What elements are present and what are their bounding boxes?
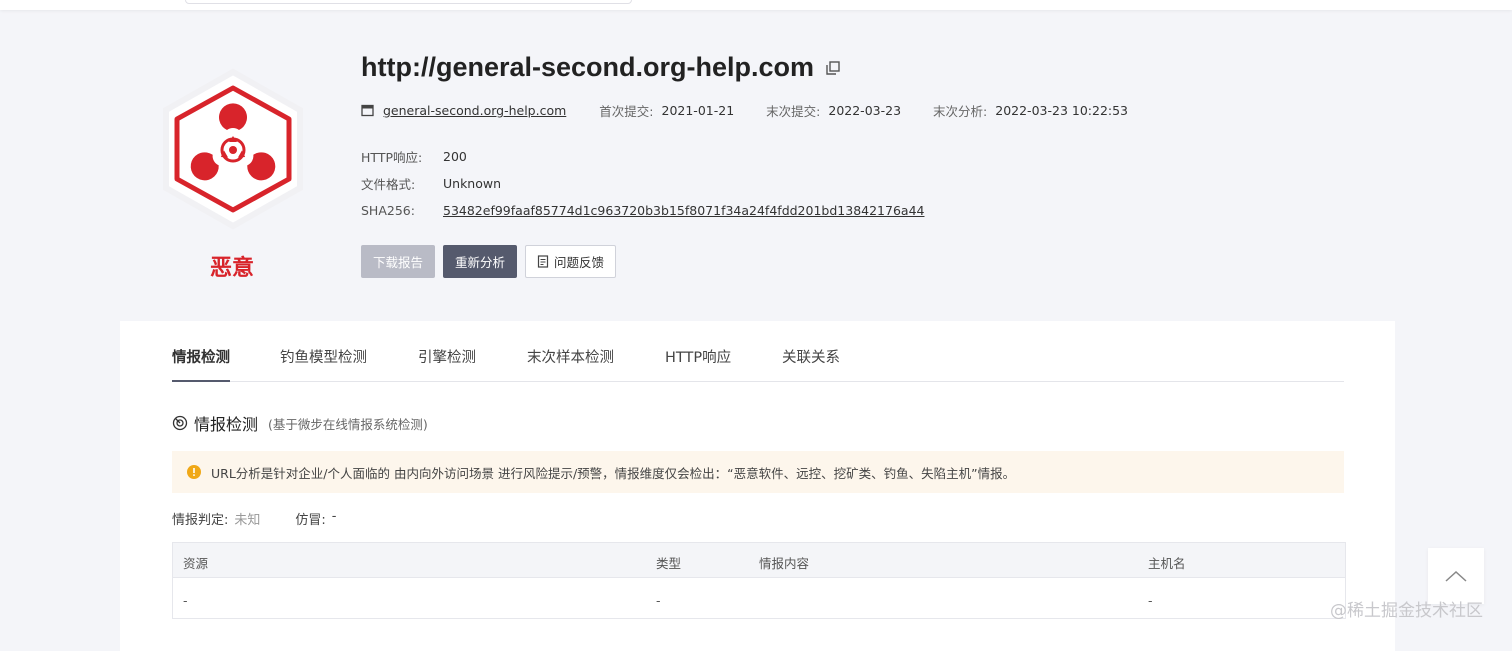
action-buttons: 下载报告 重新分析 问题反馈 (361, 245, 624, 278)
feedback-button-label: 问题反馈 (553, 255, 604, 270)
verdict-label: 恶意 (209, 256, 254, 281)
table-row: - - - (173, 578, 1345, 618)
page-title: http://general-second.org-help.com (361, 52, 815, 82)
table-cell: - (656, 593, 661, 608)
table-cell: - (1148, 593, 1153, 608)
reanalyze-button[interactable]: 重新分析 (443, 245, 517, 278)
search-box[interactable] (185, 0, 632, 4)
detection-card: 情报检测 钓鱼模型检测 引擎检测 末次样本检测 HTTP响应 关联关系 情报检测… (120, 321, 1395, 651)
watermark: @稀土掘金技术社区 (1330, 601, 1483, 621)
impersonation-value: - (331, 509, 337, 524)
sha256-link[interactable]: 53482ef99faaf85774d1c963720b3b15f8071f34… (443, 203, 924, 218)
info-icon (187, 465, 201, 479)
column-header: 情报内容 (759, 556, 810, 571)
url-title-row: http://general-second.org-help.com (361, 52, 842, 83)
chevron-up-icon (1445, 570, 1467, 582)
detail-label: SHA256: (361, 203, 415, 218)
table-header: 资源 类型 情报内容 主机名 (173, 543, 1345, 578)
details-grid: HTTP响应: 200 文件格式: Unknown SHA256: 53482e… (361, 143, 924, 224)
meta-row: general-second.org-help.com 首次提交: 2021-0… (361, 101, 1160, 120)
impersonation-label: 仿冒: (295, 513, 326, 528)
table-cell: - (183, 593, 188, 608)
radar-icon (172, 415, 188, 431)
top-bar (0, 0, 1512, 10)
detail-row-http: HTTP响应: 200 (361, 143, 924, 170)
detail-label: 文件格式: (361, 177, 416, 192)
last-submit-label: 末次提交: (766, 104, 821, 119)
tab-bar: 情报检测 钓鱼模型检测 引擎检测 末次样本检测 HTTP响应 关联关系 (172, 333, 1344, 382)
last-submit-value: 2022-03-23 (828, 103, 902, 118)
detail-row-format: 文件格式: Unknown (361, 170, 924, 197)
browser-icon (361, 104, 374, 117)
document-icon (537, 255, 549, 268)
active-tab-indicator (172, 380, 230, 382)
column-header: 主机名 (1148, 556, 1186, 571)
copy-icon[interactable] (824, 59, 842, 77)
info-notice: URL分析是针对企业/个人面临的 由内向外访问场景 进行风险提示/预警，情报维度… (172, 451, 1344, 493)
detail-label: HTTP响应: (361, 150, 423, 165)
notice-text: URL分析是针对企业/个人面临的 由内向外访问场景 进行风险提示/预警，情报维度… (211, 465, 1016, 481)
section-subtitle: (基于微步在线情报系统检测) (268, 416, 428, 432)
section-header: 情报检测 (基于微步在线情报系统检测) (172, 411, 428, 435)
intel-verdict-label: 情报判定: (172, 513, 229, 528)
detail-row-sha256: SHA256: 53482ef99faaf85774d1c963720b3b15… (361, 197, 924, 224)
tab-engine[interactable]: 引擎检测 (418, 346, 476, 367)
first-submit-value: 2021-01-21 (661, 103, 735, 118)
intel-verdict-value: 未知 (234, 513, 261, 528)
column-header: 资源 (183, 556, 209, 571)
last-analysis-value: 2022-03-23 10:22:53 (995, 103, 1129, 118)
domain-link[interactable]: general-second.org-help.com (383, 103, 566, 118)
first-submit-label: 首次提交: (599, 104, 654, 119)
section-title: 情报检测 (194, 415, 259, 434)
last-analysis-label: 末次分析: (933, 104, 988, 119)
tab-phishing-model[interactable]: 钓鱼模型检测 (280, 346, 367, 367)
tab-last-sample[interactable]: 末次样本检测 (527, 346, 614, 367)
feedback-button[interactable]: 问题反馈 (525, 245, 616, 278)
tab-intel[interactable]: 情报检测 (172, 346, 230, 367)
download-report-button[interactable]: 下载报告 (361, 245, 435, 278)
tab-relations[interactable]: 关联关系 (782, 346, 840, 367)
column-header: 类型 (656, 556, 682, 571)
intel-table: 资源 类型 情报内容 主机名 - - - (172, 542, 1346, 619)
intel-verdict-row: 情报判定: 未知 仿冒: - (172, 509, 336, 528)
biohazard-icon (163, 68, 303, 230)
detail-value: 200 (443, 149, 467, 164)
tab-http-response[interactable]: HTTP响应 (665, 346, 731, 367)
detail-value: Unknown (443, 176, 502, 191)
